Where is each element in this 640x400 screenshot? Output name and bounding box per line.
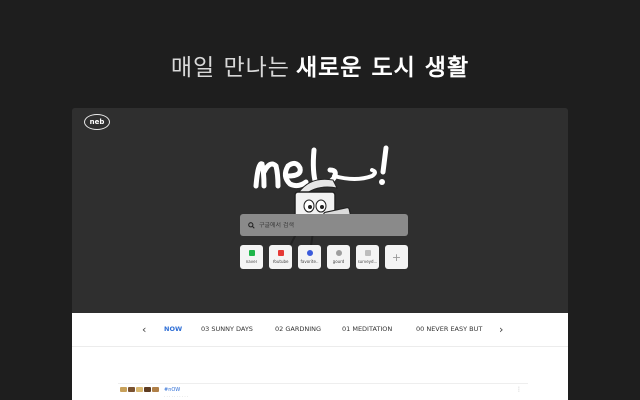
tab-sunny-days[interactable]: 03 SUNNY DAYS <box>201 325 253 333</box>
search-input[interactable] <box>259 221 389 229</box>
add-shortcut-button[interactable]: + <box>385 245 408 269</box>
mascot-illustration <box>290 178 353 247</box>
content-area: #nOW · · · · · · · · · · ⋮ <box>72 347 568 400</box>
shortcut-label: surveyd... <box>357 259 378 264</box>
shortcut-label: gourd <box>332 259 345 264</box>
tab-never-easy-but[interactable]: 00 NEVER EASY BUT <box>416 325 482 333</box>
tab-meditation[interactable]: 01 MEDITATION <box>342 325 392 333</box>
tab-now[interactable]: NOW <box>164 325 182 333</box>
headline-regular: 매일 만나는 <box>170 55 290 81</box>
chevron-left-icon[interactable]: ‹ <box>142 323 146 336</box>
headline-bold: 새로운 도시 생활 <box>295 55 470 81</box>
surveyd-icon <box>364 250 371 256</box>
post-thumbnails <box>120 387 159 392</box>
shortcut-label: favorite.. <box>300 259 319 264</box>
headline: 매일 만나는 새로운 도시 생활 <box>0 48 640 82</box>
shortcut-youtube[interactable]: Youtube <box>269 245 292 269</box>
more-icon[interactable]: ⋮ <box>516 386 522 393</box>
category-tabs: ‹ NOW 03 SUNNY DAYS 02 GARDNING 01 MEDIT… <box>72 313 568 347</box>
chevron-right-icon[interactable]: › <box>499 323 503 336</box>
post-tag[interactable]: #nOW <box>164 387 180 393</box>
shortcut-favorite[interactable]: favorite.. <box>298 245 321 269</box>
search-icon <box>248 221 255 229</box>
shortcut-gourd[interactable]: gourd <box>327 245 350 269</box>
shortcut-label: naver <box>245 259 258 264</box>
shortcut-naver[interactable]: naver <box>240 245 263 269</box>
youtube-icon <box>277 250 284 256</box>
favorite-icon <box>306 250 313 256</box>
shortcut-tiles: naver Youtube favorite.. gourd surveyd..… <box>240 245 408 269</box>
naver-icon <box>248 250 255 256</box>
gourd-icon <box>335 250 342 256</box>
list-item[interactable]: #nOW · · · · · · · · · · ⋮ <box>118 383 528 400</box>
search-bar[interactable] <box>240 214 408 236</box>
new-tab-hero: neb naver Youtube favori <box>72 108 568 313</box>
shortcut-surveyd[interactable]: surveyd... <box>356 245 379 269</box>
browser-preview: neb naver Youtube favori <box>72 108 568 400</box>
logo-badge[interactable]: neb <box>84 114 110 130</box>
post-text: · · · · · · · · · · <box>164 394 189 399</box>
plus-icon: + <box>391 250 402 264</box>
shortcut-label: Youtube <box>272 259 289 264</box>
tab-gardning[interactable]: 02 GARDNING <box>275 325 321 333</box>
